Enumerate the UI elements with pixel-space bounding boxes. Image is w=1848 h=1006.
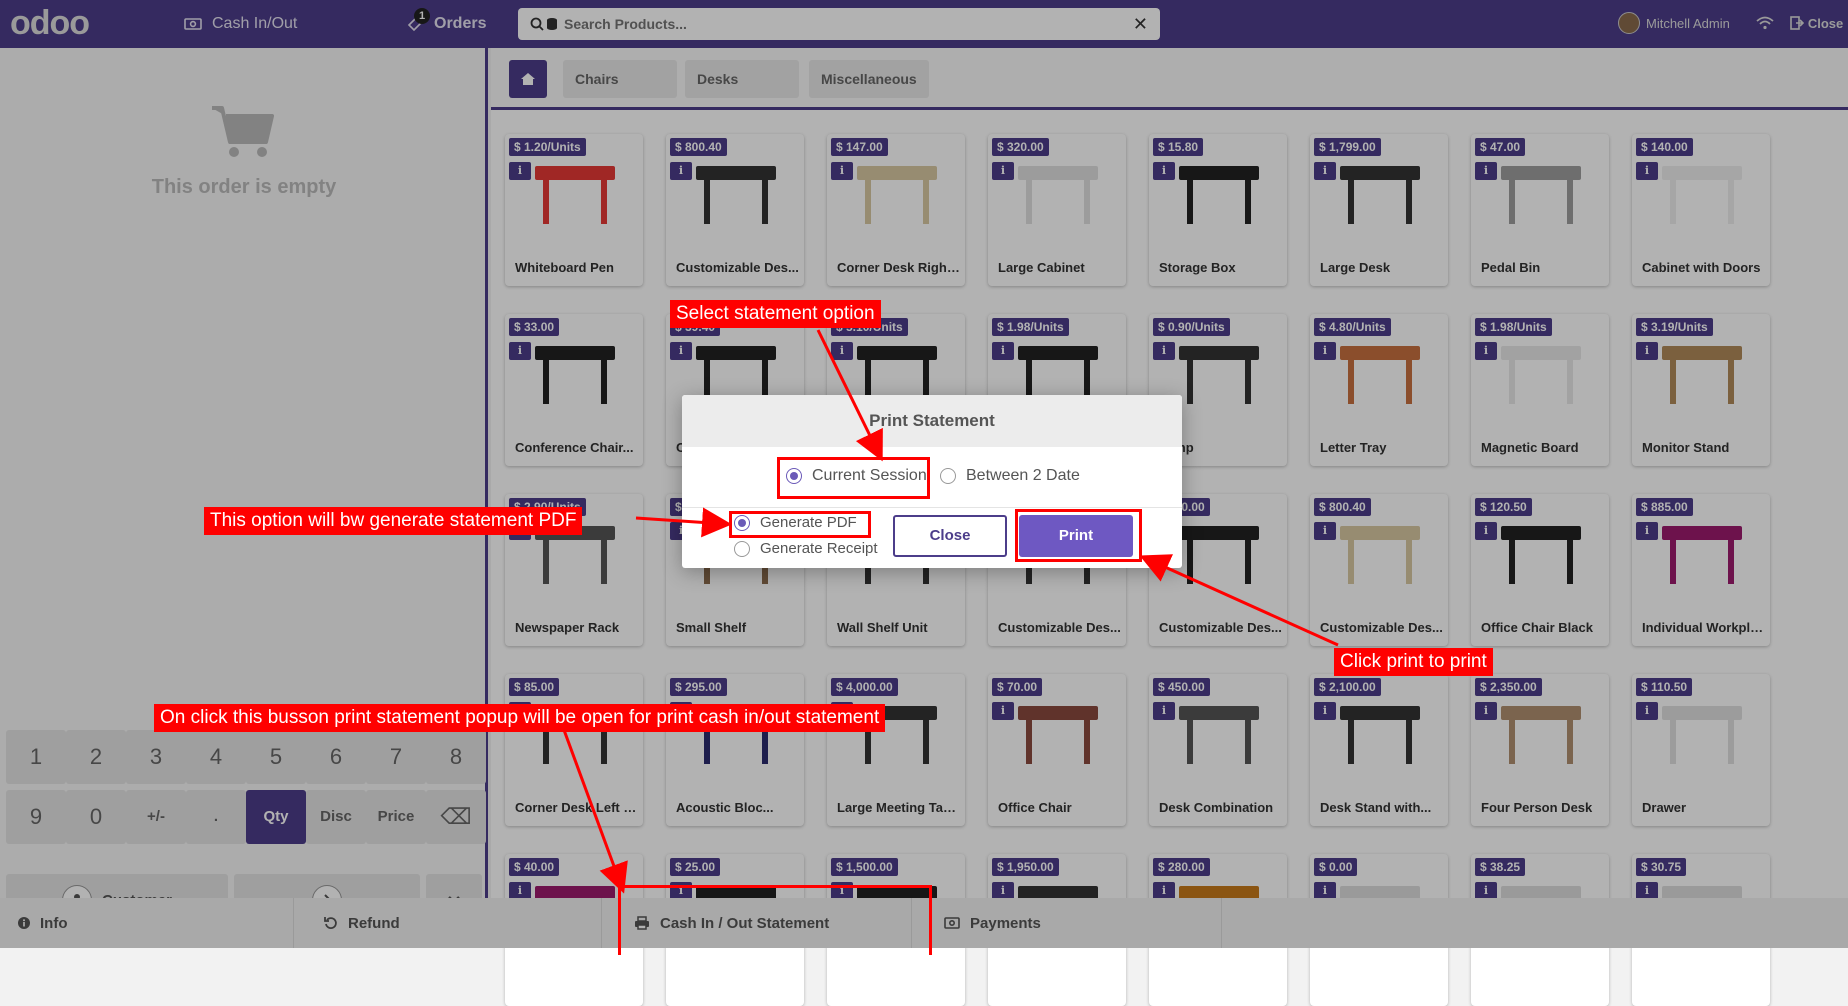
dialog-title: Print Statement [682, 395, 1182, 447]
radio-generate-receipt[interactable]: Generate Receipt [734, 540, 878, 557]
close-button[interactable]: Close [893, 515, 1007, 557]
annotation-click-print: Click print to print [1334, 648, 1493, 676]
highlight-print-button [1015, 509, 1142, 562]
radio-unchecked-icon [940, 468, 956, 484]
highlight-cash-statement-button [618, 885, 932, 955]
radio-between-dates[interactable]: Between 2 Date [940, 467, 1080, 485]
highlight-current-session [777, 457, 930, 499]
highlight-generate-pdf [729, 511, 871, 538]
annotation-open-popup: On click this busson print statement pop… [154, 704, 886, 732]
radio-between-dates-label: Between 2 Date [966, 467, 1080, 484]
annotation-pdf-option: This option will bw generate statement P… [204, 507, 583, 535]
radio-unchecked-icon [734, 540, 750, 557]
dialog-divider [682, 507, 1182, 508]
annotation-select-option: Select statement option [670, 300, 881, 328]
radio-generate-receipt-label: Generate Receipt [760, 540, 878, 557]
